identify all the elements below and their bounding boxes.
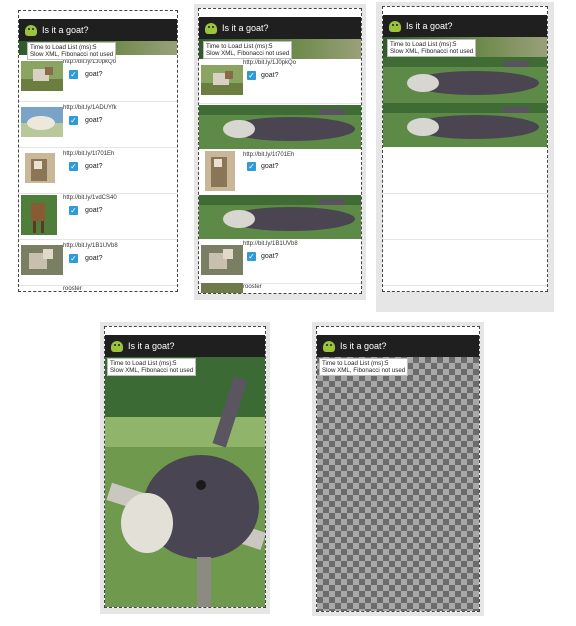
load-time-text: Time to Load List (ms):5 [390,41,457,48]
screenshot-5: Is it a goat? Time to Load List (ms):5 S… [312,322,484,616]
load-time-text: Time to Load List (ms):5 [322,360,389,367]
xml-mode-text: Slow XML, Fibonacci not used [30,51,114,58]
check-icon[interactable]: ✓ [247,71,256,80]
screenshot-1: Is it a goat? Time to Load List (ms):5 S… [14,6,182,296]
goat-label: goat? [261,253,279,260]
goat-label: goat? [85,207,103,214]
image-url[interactable]: http://bit.ly/1B1UVb8 [243,241,298,247]
timing-panel: Time to Load List (ms):5 Slow XML, Fibon… [27,42,117,60]
android-icon [25,24,37,36]
check-icon[interactable]: ✓ [69,70,78,79]
timing-panel: Time to Load List (ms):5 Slow XML, Fibon… [319,358,409,376]
app-title: Is it a goat? [222,23,269,33]
check-icon[interactable]: ✓ [69,116,78,125]
image-url[interactable]: rooster [243,284,262,290]
xml-mode-text: Slow XML, Fibonacci not used [110,367,194,374]
rooster-thumbnail [21,291,63,292]
goat-thumbnail [201,65,243,95]
phone-screen-3: Is it a goat? Time to Load List (ms):5 S… [382,6,548,292]
check-icon[interactable]: ✓ [69,254,78,263]
phone-screen-4: Is it a goat? Time to Load List (ms):5 S… [104,326,266,608]
list-item[interactable]: http://bit.ly/1B1UVb8 ✓ goat? [19,239,177,286]
xml-mode-text: Slow XML, Fibonacci not used [206,50,290,57]
image-url[interactable]: http://bit.ly/1J0pkQo [243,60,296,66]
list-item[interactable]: http://bit.ly/1ADUYfk ✓ goat? [19,101,177,148]
app-bar: Is it a goat? [317,335,479,357]
list-item[interactable]: rooster [199,283,361,293]
list-item[interactable]: http://bit.ly/1J0pkQo ✓ goat? [199,59,361,104]
list-item[interactable]: rooster [19,285,177,292]
list-item[interactable]: http://bit.ly/1t701Eh ✓ goat? [19,147,177,194]
image-url[interactable]: rooster [63,286,82,291]
app-bar: Is it a goat? [105,335,265,357]
phone-screen-5: Is it a goat? Time to Load List (ms):5 S… [316,326,480,612]
xml-mode-text: Slow XML, Fibonacci not used [390,48,474,55]
check-icon[interactable]: ✓ [69,206,78,215]
image-url[interactable]: http://bit.ly/1vdCS40 [63,195,117,201]
list-item[interactable] [383,239,547,286]
timing-panel: Time to Load List (ms):5 Slow XML, Fibon… [387,39,477,57]
goat-label: goat? [261,72,279,79]
check-icon[interactable]: ✓ [69,162,78,171]
transparent-overdraw-area [317,357,479,611]
app-title: Is it a goat? [340,341,387,351]
list-item[interactable] [383,147,547,194]
android-icon [111,340,123,352]
goat-thumbnail [21,245,63,275]
goat-thumbnail [21,195,57,235]
timing-panel: Time to Load List (ms):5 Slow XML, Fibon… [107,358,197,376]
rooster-thumbnail [201,283,243,293]
donkey-fullscreen-image [105,357,265,607]
app-title: Is it a goat? [42,25,89,35]
goat-thumbnail [205,151,235,191]
screenshot-4: Is it a goat? Time to Load List (ms):5 S… [100,322,270,614]
check-icon[interactable]: ✓ [247,162,256,171]
goat-thumbnail [25,153,55,183]
image-url[interactable]: http://bit.ly/1t701Eh [63,151,114,157]
goat-thumbnail [21,107,63,137]
image-url[interactable]: http://bit.ly/1t701Eh [243,152,294,158]
phone-screen-2: Is it a goat? Time to Load List (ms):5 S… [198,8,362,294]
goat-thumbnail [21,61,63,91]
image-url[interactable]: http://bit.ly/1B1UVb8 [63,243,118,249]
list-item[interactable]: http://bit.ly/1B1UVb8 ✓ goat? [199,239,361,284]
image-url[interactable]: http://bit.ly/1ADUYfk [63,105,117,111]
goat-label: goat? [85,255,103,262]
list-item[interactable]: http://bit.ly/1vdCS40 ✓ goat? [19,193,177,240]
goat-thumbnail [201,245,243,275]
goat-label: goat? [85,71,103,78]
app-bar: Is it a goat? [19,19,177,41]
list-item[interactable] [383,193,547,240]
android-icon [323,340,335,352]
donkey-image-strip [383,57,547,103]
load-time-text: Time to Load List (ms):5 [206,43,273,50]
app-bar: Is it a goat? [383,15,547,37]
timing-panel: Time to Load List (ms):5 Slow XML, Fibon… [203,41,293,59]
donkey-image-strip [199,195,361,239]
app-bar: Is it a goat? [199,17,361,39]
xml-mode-text: Slow XML, Fibonacci not used [322,367,406,374]
app-title: Is it a goat? [128,341,175,351]
load-time-text: Time to Load List (ms):5 [110,360,177,367]
list-item[interactable]: http://bit.ly/1t701Eh ✓ goat? [199,149,361,196]
app-title: Is it a goat? [406,21,453,31]
goat-label: goat? [261,163,279,170]
donkey-image-strip [383,103,547,147]
load-time-text: Time to Load List (ms):5 [30,44,97,51]
donkey-image-strip [199,105,361,149]
android-icon [389,20,401,32]
phone-screen-1: Is it a goat? Time to Load List (ms):5 S… [18,10,178,292]
android-icon [205,22,217,34]
screenshot-2: Is it a goat? Time to Load List (ms):5 S… [194,4,366,300]
check-icon[interactable]: ✓ [247,252,256,261]
goat-label: goat? [85,163,103,170]
list-item[interactable]: http://bit.ly/1J0pkQo ✓ goat? [19,55,177,102]
goat-label: goat? [85,117,103,124]
screenshot-3: Is it a goat? Time to Load List (ms):5 S… [376,2,554,312]
